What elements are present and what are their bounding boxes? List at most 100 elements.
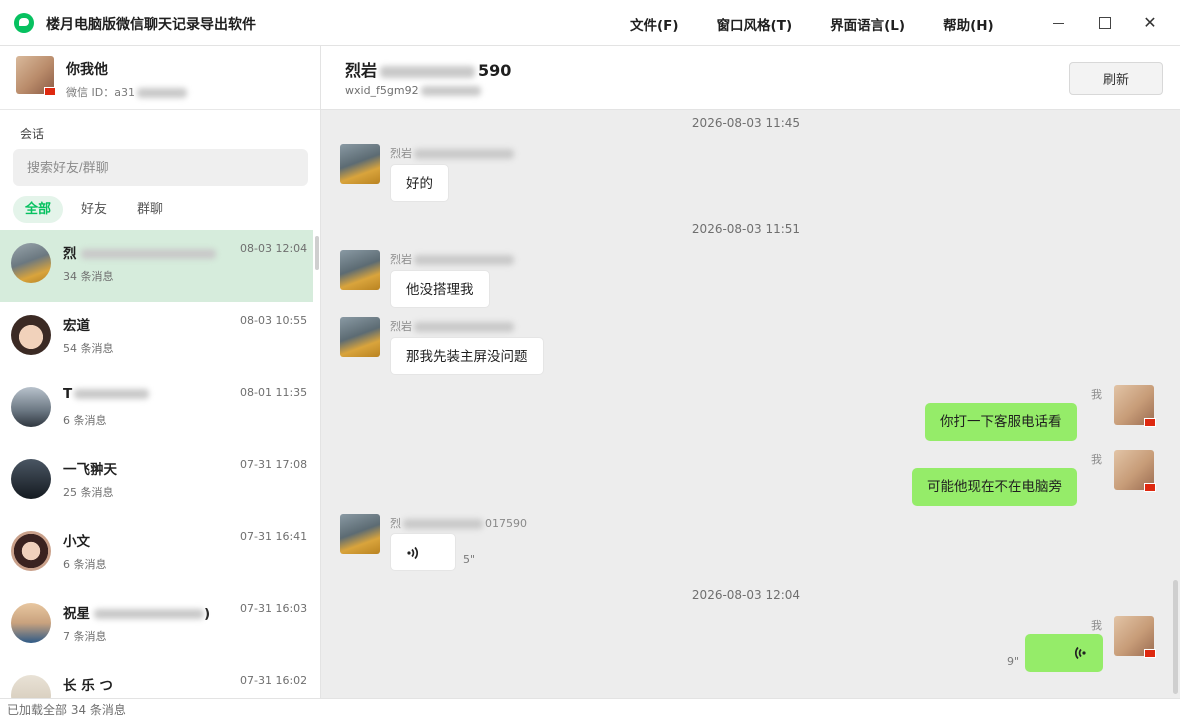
voice-icon [1074, 646, 1086, 660]
chat-scrollbar[interactable] [1173, 580, 1178, 694]
redacted-text [136, 88, 187, 98]
menu-help[interactable]: 帮助(H) [943, 14, 994, 34]
conversation-count: 6 条消息 [63, 558, 107, 571]
conversation-name: 小文 [63, 534, 90, 550]
conversation-time: 07-31 17:08 [240, 458, 308, 471]
profile-header: 你我他 微信 ID：a31 [0, 46, 320, 110]
conversation-name: 烈 [63, 242, 216, 262]
avatar[interactable] [340, 317, 380, 357]
message-bubble[interactable]: 可能他现在不在电脑旁 [912, 468, 1077, 506]
conversation-item[interactable]: 小文 07-31 16:41 6 条消息 [0, 518, 313, 590]
message-bubble[interactable]: 他没搭理我 [390, 270, 490, 308]
flag-icon [1144, 483, 1156, 492]
timestamp: 2026-08-03 11:45 [691, 116, 801, 130]
redacted-text [414, 255, 514, 265]
redacted-text [380, 65, 476, 78]
message-sender: 烈岩 [390, 251, 514, 267]
avatar[interactable] [1114, 450, 1156, 492]
avatar [11, 459, 51, 499]
menu-language[interactable]: 界面语言(L) [830, 14, 905, 34]
redacted-text [414, 149, 514, 159]
avatar [11, 675, 51, 698]
timestamp: 2026-08-03 12:04 [691, 588, 801, 602]
conversation-name: 长 乐 つ [63, 678, 113, 694]
avatar [11, 243, 51, 283]
conversation-time: 07-31 16:41 [240, 530, 308, 543]
avatar[interactable] [340, 144, 380, 184]
chat-messages: 2026-08-03 11:45 烈岩 好的 2026-08-03 11:51 … [321, 110, 1180, 698]
conversation-count: 7 条消息 [63, 630, 107, 643]
voice-duration: 5" [463, 553, 476, 566]
filter-friends[interactable]: 好友 [69, 196, 119, 223]
message-bubble[interactable]: 那我先装主屏没问题 [390, 337, 544, 375]
conversation-count: 34 条消息 [63, 270, 114, 283]
close-button[interactable]: ✕ [1133, 10, 1167, 36]
timestamp: 2026-08-03 11:51 [691, 222, 801, 236]
app-title: 楼月电脑版微信聊天记录导出软件 [46, 17, 256, 33]
message-bubble[interactable]: 你打一下客服电话看 [925, 403, 1077, 441]
conversation-item[interactable]: 宏道 08-03 10:55 54 条消息 [0, 302, 313, 374]
menu-file[interactable]: 文件(F) [630, 14, 679, 34]
message-sender: 我 [1091, 619, 1102, 632]
avatar [11, 531, 51, 571]
conversation-item[interactable]: T 08-01 11:35 6 条消息 [0, 374, 313, 446]
flag-icon [1144, 649, 1156, 658]
app-window: 楼月电脑版微信聊天记录导出软件 文件(F) 窗口风格(T) 界面语言(L) 帮助… [0, 0, 1180, 720]
menu-window-style[interactable]: 窗口风格(T) [717, 14, 793, 34]
avatar [11, 315, 51, 355]
status-bar: 已加载全部 34 条消息 [0, 698, 1180, 720]
avatar[interactable] [340, 514, 380, 554]
message-sender: 我 [1091, 388, 1102, 401]
conversation-time: 08-01 11:35 [240, 386, 308, 399]
avatar[interactable] [1114, 385, 1156, 427]
conversation-name: T [63, 386, 150, 402]
redacted-text [420, 86, 481, 96]
flag-icon [44, 87, 56, 96]
chat-title: 烈岩 590 [345, 61, 512, 80]
conversation-count: 54 条消息 [63, 342, 114, 355]
conversation-item[interactable]: 烈 08-03 12:04 34 条消息 [0, 230, 313, 302]
conversation-list: 烈 08-03 12:04 34 条消息 宏道 08-03 10:55 54 条… [0, 230, 313, 698]
redacted-text [80, 249, 216, 259]
redacted-text [94, 609, 204, 619]
avatar[interactable] [16, 56, 56, 96]
avatar[interactable] [1114, 616, 1156, 658]
chat-header: 烈岩 590 wxid_f5gm92 刷新 [321, 46, 1180, 110]
flag-icon [1144, 418, 1156, 427]
refresh-button[interactable]: 刷新 [1069, 62, 1163, 95]
filter-tabs: 全部 好友 群聊 [13, 196, 181, 223]
sidebar: 你我他 微信 ID：a31 会话 全部 好友 群聊 烈 08-03 12:04 … [0, 46, 321, 698]
voice-duration: 9" [1007, 655, 1020, 668]
avatar [11, 603, 51, 643]
voice-message[interactable] [390, 533, 456, 571]
redacted-text [74, 389, 150, 399]
conversation-item[interactable]: 祝星) 07-31 16:03 7 条消息 [0, 590, 313, 662]
avatar[interactable] [340, 250, 380, 290]
section-label: 会话 [20, 127, 45, 141]
voice-message[interactable] [1025, 634, 1103, 672]
conversation-name: 祝星) [63, 606, 211, 622]
app-logo-icon [14, 13, 34, 33]
maximize-button[interactable] [1087, 10, 1121, 36]
avatar [11, 387, 51, 427]
minimize-button[interactable] [1042, 10, 1076, 36]
search-input[interactable] [13, 149, 308, 186]
message-bubble[interactable]: 好的 [390, 164, 449, 202]
conversation-count: 25 条消息 [63, 486, 114, 499]
sidebar-scrollbar[interactable] [315, 236, 319, 270]
conversation-time: 08-03 12:04 [240, 242, 308, 255]
title-bar: 楼月电脑版微信聊天记录导出软件 文件(F) 窗口风格(T) 界面语言(L) 帮助… [0, 0, 1180, 46]
filter-all[interactable]: 全部 [13, 196, 64, 223]
redacted-text [403, 519, 483, 529]
profile-id-text: 微信 ID：a31 [66, 86, 135, 99]
conversation-item[interactable]: 长 乐 つ 07-31 16:02 [0, 662, 313, 698]
menu-bar: 文件(F) 窗口风格(T) 界面语言(L) 帮助(H) [630, 14, 1032, 34]
filter-groups[interactable]: 群聊 [125, 196, 175, 223]
conversation-name: 宏道 [63, 318, 90, 334]
conversation-time: 08-03 10:55 [240, 314, 308, 327]
voice-icon [407, 546, 419, 560]
message-sender: 我 [1091, 453, 1102, 466]
conversation-item[interactable]: 一飞翀天 07-31 17:08 25 条消息 [0, 446, 313, 518]
message-sender: 烈 017590 [390, 517, 527, 530]
conversation-time: 07-31 16:03 [240, 602, 308, 615]
